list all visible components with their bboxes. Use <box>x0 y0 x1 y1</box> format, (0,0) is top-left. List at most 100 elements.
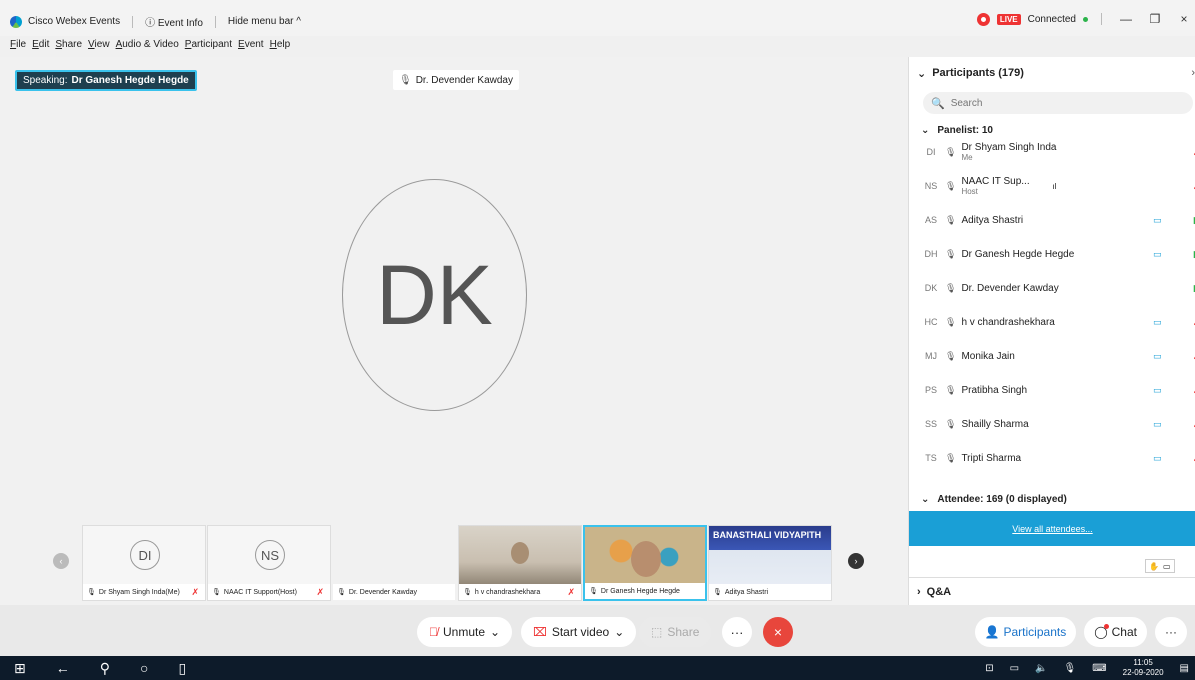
maximize-button[interactable]: ❐ <box>1144 12 1166 26</box>
chat-bubble-icon[interactable]: ▭ <box>1163 562 1171 571</box>
chat-button[interactable]: ◯ Chat <box>1084 617 1147 647</box>
video-on-icon: ▭ <box>1153 418 1162 429</box>
meeting-controls: 🎙̸ Unmute ⌄ ⌧ Start video ⌄ ⬚ Share ··· … <box>0 605 1195 656</box>
participant-role: Host <box>961 187 978 196</box>
more-panels-button[interactable]: ··· <box>1155 617 1187 647</box>
chevron-up-icon: ^ <box>296 16 301 27</box>
keyboard-icon[interactable]: ⌨ <box>1092 663 1106 674</box>
clock-time: 11:05 <box>1133 658 1153 667</box>
clock-date: 22-09-2020 <box>1122 668 1164 677</box>
microphone-tray-icon[interactable]: 🎙 <box>1063 663 1076 674</box>
panel-header[interactable]: ⌄ Participants (179) <box>917 67 1024 80</box>
menu-event[interactable]: Event <box>238 39 264 50</box>
network-icon[interactable]: ⊡ <box>985 663 993 674</box>
clock[interactable]: 11:05 22-09-2020 <box>1123 658 1164 678</box>
participant-row[interactable]: DI🎙Dr Shyam Singh IndaMe✗ <box>921 137 1195 167</box>
microphone-icon: 🎙 <box>945 214 957 225</box>
hide-menu-bar-button[interactable]: Hide menu bar ^ <box>228 16 301 27</box>
thumbnail-video[interactable]: 🎙 h v chandrashekhara ✗ <box>458 525 582 601</box>
video-feed <box>459 526 581 586</box>
event-info-button[interactable]: ⓘ Event Info <box>145 14 203 29</box>
thumbnail-label: 🎙 Dr Shyam Singh Inda(Me) ✗ <box>83 584 205 600</box>
raise-hand-icon[interactable]: ✋ <box>1149 562 1159 571</box>
chevron-down-icon: ⌄ <box>917 68 927 80</box>
task-view-icon[interactable]: ▯ <box>178 660 186 677</box>
thumbnail-avatar: NS <box>255 540 285 570</box>
filmstrip-prev-button[interactable]: ‹ <box>53 553 69 569</box>
cortana-icon[interactable]: ○ <box>140 660 148 676</box>
search-icon: 🔍 <box>931 97 945 110</box>
participant-name: NAAC IT Sup... <box>961 176 1030 187</box>
filmstrip-next-button[interactable]: › <box>848 553 864 569</box>
speaking-prefix: Speaking: <box>23 75 68 86</box>
menu-help[interactable]: Help <box>270 39 291 50</box>
start-video-button[interactable]: ⌧ Start video ⌄ <box>521 617 637 647</box>
speaking-indicator: Speaking: Dr Ganesh Hegde Hegde <box>15 70 197 91</box>
participant-row[interactable]: SS🎙Shailly Sharma▭✗ <box>921 409 1195 439</box>
participants-button[interactable]: 👤 Participants <box>974 617 1077 647</box>
unmute-button[interactable]: 🎙̸ Unmute ⌄ <box>417 617 513 647</box>
microphone-icon: 🎙 <box>945 248 957 259</box>
event-info-label: Event Info <box>157 18 203 29</box>
menu-participant[interactable]: Participant <box>185 39 232 50</box>
chevron-left-icon: ‹ <box>59 556 63 566</box>
participant-row[interactable]: AS🎙Aditya Shastri▭▮ <box>921 205 1195 235</box>
menu-view[interactable]: View <box>88 39 110 50</box>
participant-row[interactable]: DH🎙Dr Ganesh Hegde Hegde▭▮ <box>921 239 1195 269</box>
participant-avatar: MJ <box>925 351 937 361</box>
participant-name: Dr Ganesh Hegde Hegde <box>961 248 1075 260</box>
panelist-section-header[interactable]: ⌄ Panelist: 10 <box>921 125 993 136</box>
participant-name: Tripti Sharma <box>961 452 1022 464</box>
recording-icon[interactable] <box>976 12 990 26</box>
video-banner-text: BANASTHALI VIDYAPITH <box>713 530 822 540</box>
menu-edit[interactable]: Edit <box>32 39 49 50</box>
thumbnail[interactable]: DI 🎙 Dr Shyam Singh Inda(Me) ✗ <box>82 525 206 601</box>
display-icon[interactable]: ▭ <box>1010 663 1019 674</box>
taskbar-icons: ⊞ ← ⚲ ○ ▯ <box>14 656 186 680</box>
leave-meeting-button[interactable]: × <box>763 617 793 647</box>
thumbnail-label: 🎙 NAAC IT Support(Host) ✗ <box>208 584 330 600</box>
microphone-icon: 🎙 <box>87 589 96 596</box>
participant-row[interactable]: PS🎙Pratibha Singh▭✗ <box>921 375 1195 405</box>
close-window-button[interactable]: × <box>1173 12 1195 26</box>
participant-row[interactable]: HC🎙h v chandrashekhara▭✗ <box>921 307 1195 337</box>
thumbnail-video-active[interactable]: 🎙 Dr Ganesh Hegde Hegde <box>583 525 707 601</box>
chevron-down-icon: ⌄ <box>614 625 625 639</box>
microphone-icon: 🎙 <box>399 74 412 86</box>
menu-file[interactable]: File <box>10 39 26 50</box>
share-button[interactable]: ⬚ Share <box>639 617 712 647</box>
participant-avatar: SS <box>924 419 937 429</box>
participant-row[interactable]: NS🎙NAAC IT Sup...Host ıl✗ <box>921 171 1195 201</box>
microphone-icon: 🎙 <box>945 180 957 191</box>
attendee-section-header[interactable]: ⌄ Attendee: 169 (0 displayed) <box>921 494 1067 505</box>
participant-row[interactable]: MJ🎙Monika Jain▭✗ <box>921 341 1195 371</box>
more-options-button[interactable]: ··· <box>722 617 752 647</box>
search-icon[interactable]: ⚲ <box>100 660 110 677</box>
view-all-attendees-link[interactable]: View all attendees... <box>909 511 1195 546</box>
search-input[interactable] <box>950 97 1151 109</box>
notifications-icon[interactable]: ▤ <box>1180 663 1189 674</box>
minimize-button[interactable]: — <box>1115 12 1137 26</box>
chat-label: Chat <box>1111 625 1137 639</box>
menu-audio-video[interactable]: Audio & Video <box>116 39 179 50</box>
back-arrow-icon[interactable]: ← <box>56 660 70 676</box>
participant-row[interactable]: DK🎙Dr. Devender Kawday▮ <box>921 273 1195 303</box>
close-panel-icon[interactable]: › <box>1191 67 1195 79</box>
qa-section[interactable]: › Q&A <box>909 577 1195 605</box>
participant-name: Aditya Shastri <box>961 214 1024 226</box>
hide-menu-label: Hide menu bar <box>227 16 294 27</box>
thumbnail[interactable]: 🎙 Dr. Devender Kawday <box>332 525 456 601</box>
divider <box>1101 13 1102 25</box>
volume-icon[interactable]: 🔈 <box>1035 663 1047 674</box>
participant-avatar: HC <box>924 317 938 327</box>
participant-row[interactable]: TS🎙Tripti Sharma▭✗ <box>921 443 1195 473</box>
thumbnail-video[interactable]: BANASTHALI VIDYAPITH 🎙 Aditya Shastri <box>708 525 832 601</box>
menu-share[interactable]: Share <box>55 39 82 50</box>
participant-avatar: DI <box>926 147 936 157</box>
title-bar-left: Cisco Webex Events ⓘ Event Info Hide men… <box>10 14 301 29</box>
thumbnail[interactable]: NS 🎙 NAAC IT Support(Host) ✗ <box>207 525 331 601</box>
microphone-icon: 🎙 <box>463 589 472 596</box>
windows-start-icon[interactable]: ⊞ <box>14 660 26 677</box>
webex-logo-icon <box>10 15 22 28</box>
microphone-icon: 🎙 <box>945 282 957 293</box>
